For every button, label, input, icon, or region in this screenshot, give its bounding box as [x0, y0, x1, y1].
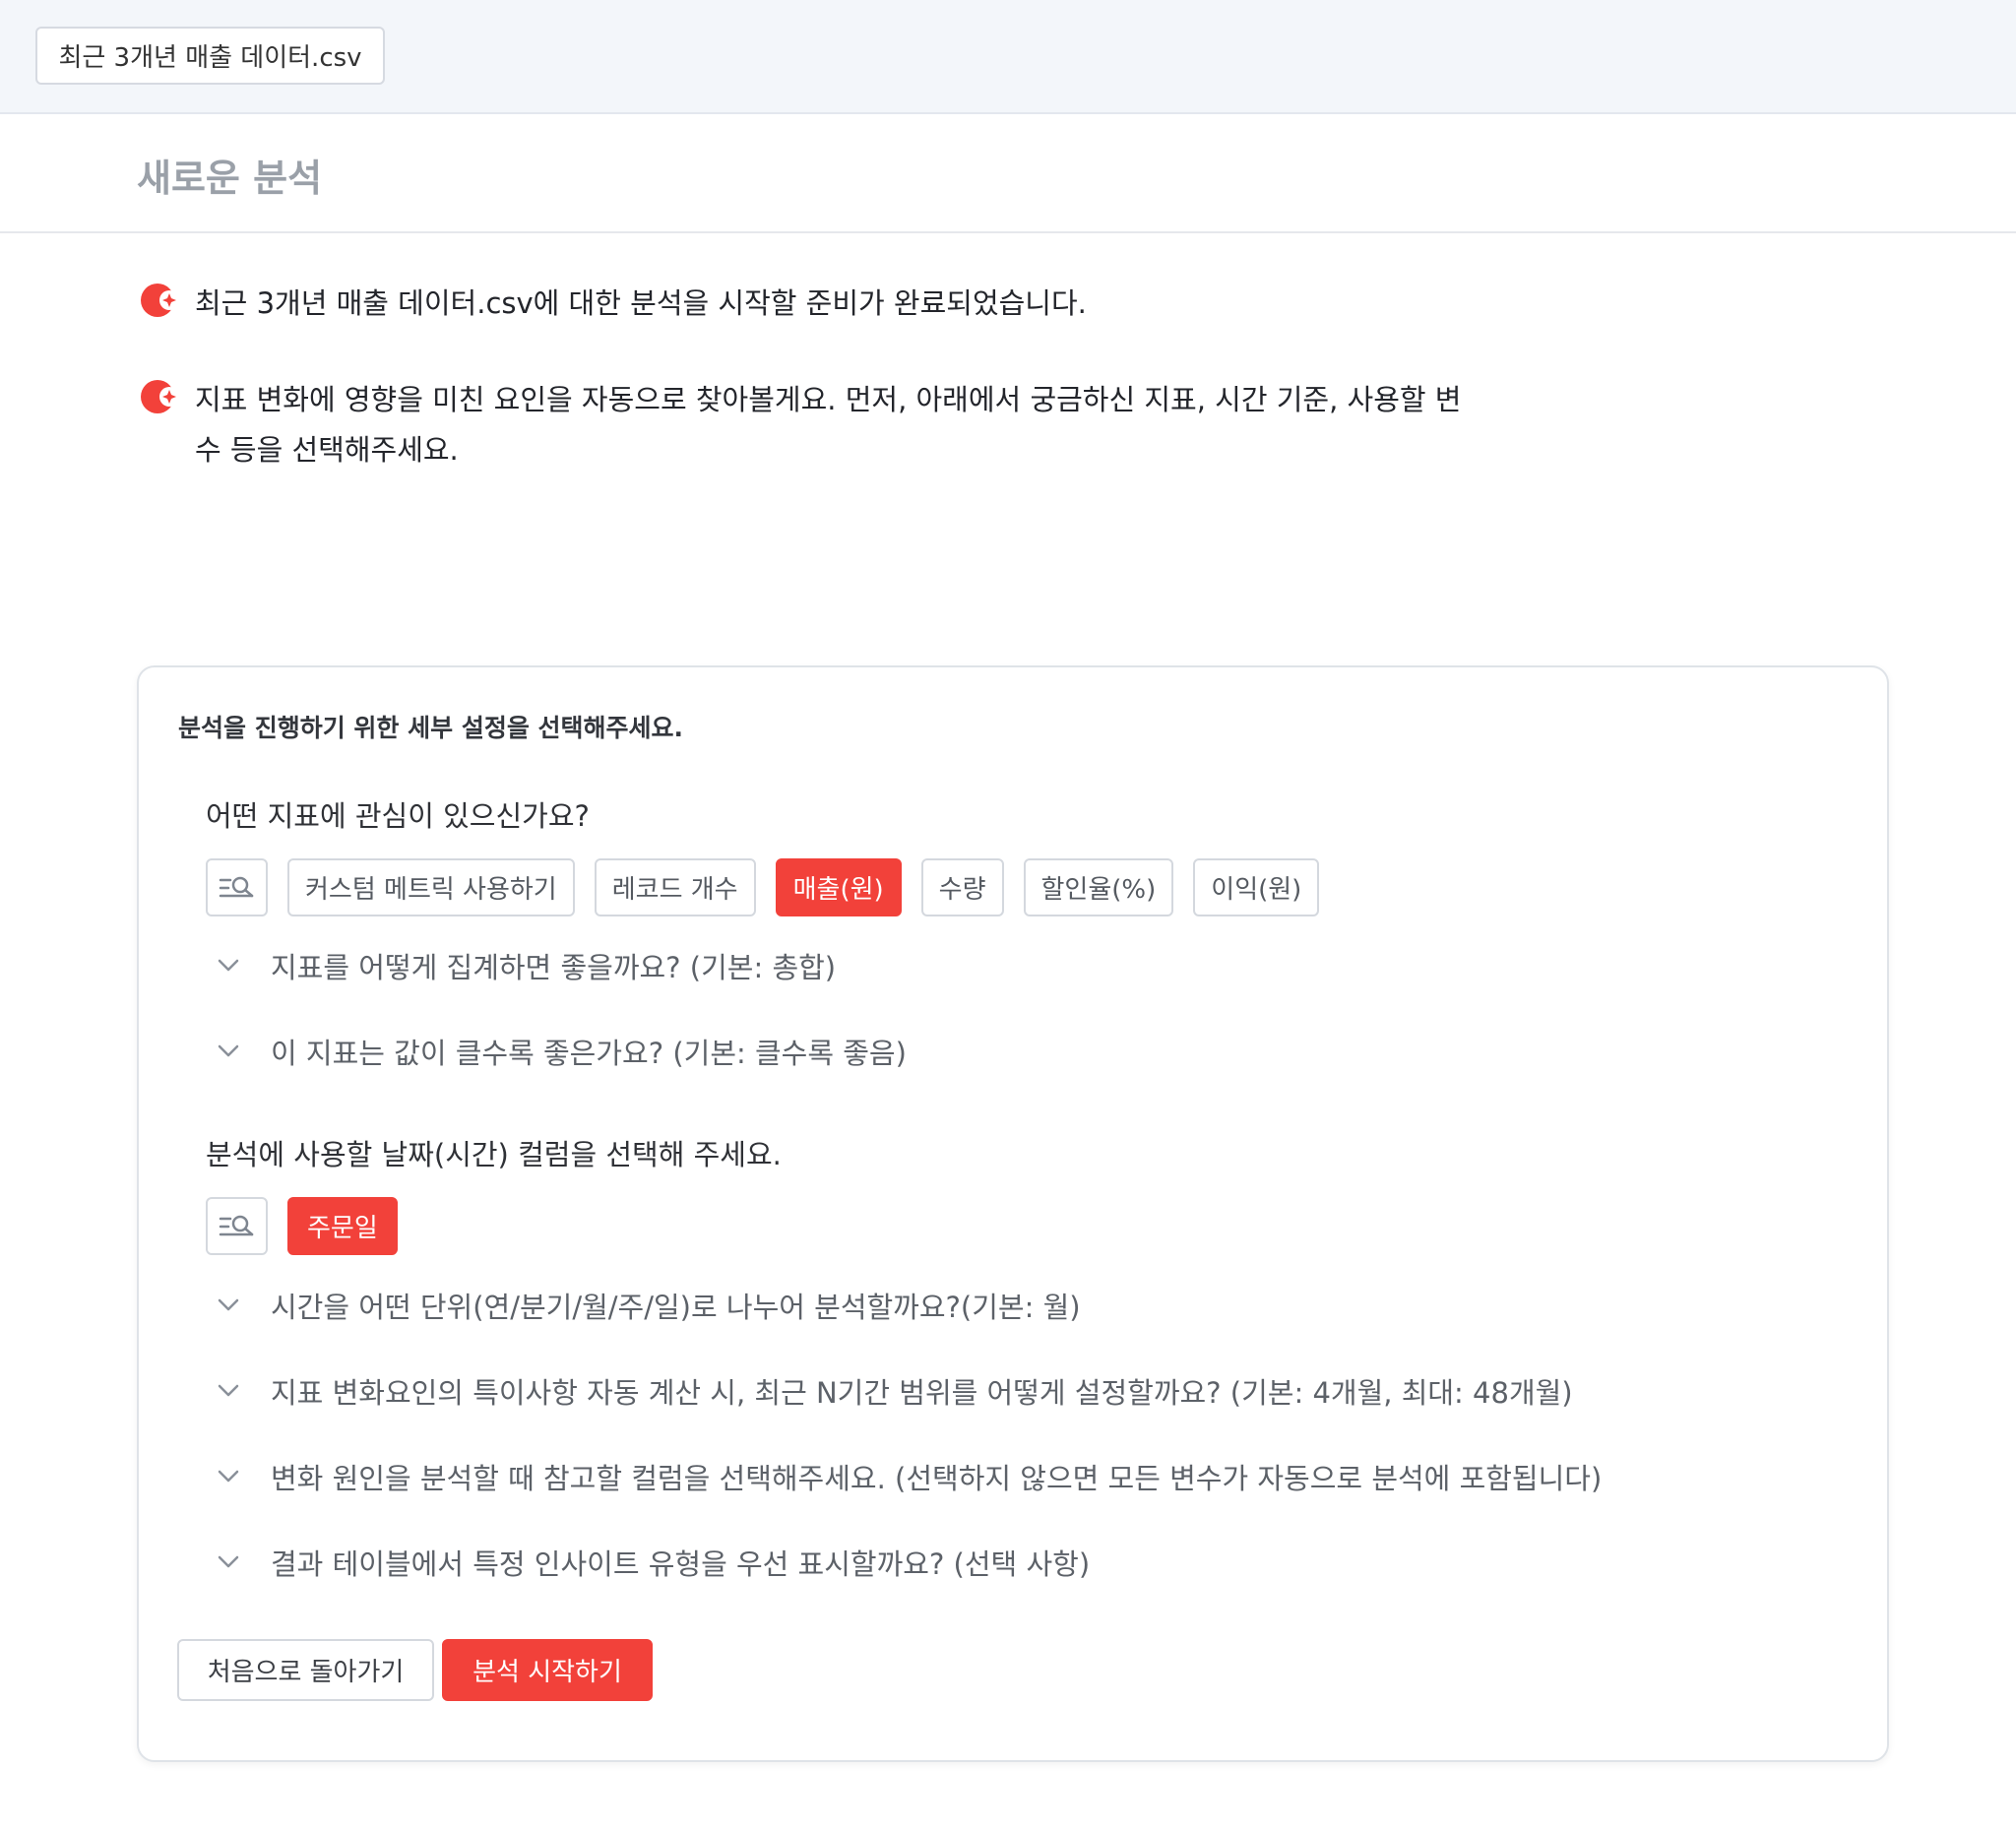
- accordion-label: 결과 테이블에서 특정 인사이트 유형을 우선 표시할까요? (선택 사항): [271, 1547, 1091, 1581]
- assistant-message: 지표 변화에 영향을 미친 요인을 자동으로 찾아볼게요. 먼저, 아래에서 궁…: [140, 375, 1484, 475]
- metric-options: 커스텀 메트릭 사용하기 레코드 개수 매출(원) 수량 할인율(%) 이익(원…: [206, 858, 1320, 916]
- chevron-down-icon: [218, 1384, 239, 1397]
- start-analysis-button[interactable]: 분석 시작하기: [442, 1639, 653, 1701]
- chevron-down-icon: [218, 959, 239, 972]
- page-title: 새로운 분석: [137, 157, 323, 200]
- back-to-start-button[interactable]: 처음으로 돌아가기: [177, 1639, 434, 1701]
- chevron-down-icon: [218, 1470, 239, 1483]
- metric-option-revenue[interactable]: 매출(원): [775, 858, 902, 916]
- accordion-aggregation[interactable]: 지표를 어떻게 집계하면 좋을까요? (기본: 총합): [218, 945, 836, 986]
- metric-option-profit[interactable]: 이익(원): [1193, 858, 1320, 916]
- chevron-down-icon: [218, 1298, 239, 1311]
- analysis-settings-card: 분석을 진행하기 위한 세부 설정을 선택해주세요. 어떤 지표에 관심이 있으…: [137, 665, 1889, 1762]
- accordion-reference-columns[interactable]: 변화 원인을 분석할 때 참고할 컬럼을 선택해주세요. (선택하지 않으면 모…: [218, 1456, 1602, 1497]
- title-area: 새로운 분석: [0, 114, 2016, 233]
- date-option-order-date[interactable]: 주문일: [287, 1197, 398, 1255]
- message-text: 최근 3개년 매출 데이터.csv에 대한 분석을 시작할 준비가 완료되었습니…: [195, 286, 1087, 320]
- settings-heading: 분석을 진행하기 위한 세부 설정을 선택해주세요.: [178, 714, 684, 742]
- accordion-period-range[interactable]: 지표 변화요인의 특이사항 자동 계산 시, 최근 N기간 범위를 어떻게 설정…: [218, 1370, 1573, 1412]
- accordion-time-unit[interactable]: 시간을 어떤 단위(연/분기/월/주/일)로 나누어 분석할까요?(기본: 월): [218, 1285, 1081, 1326]
- metric-option-quantity[interactable]: 수량: [920, 858, 1004, 916]
- metric-option-discount-rate[interactable]: 할인율(%): [1023, 858, 1174, 916]
- date-question: 분석에 사용할 날짜(시간) 컬럼을 선택해 주세요.: [206, 1138, 782, 1171]
- date-search-button[interactable]: [206, 1197, 268, 1255]
- list-search-icon: [219, 1215, 253, 1235]
- message-text: 지표 변화에 영향을 미친 요인을 자동으로 찾아볼게요. 먼저, 아래에서 궁…: [195, 383, 1462, 467]
- file-tab-bar: 최근 3개년 매출 데이터.csv: [0, 0, 2016, 114]
- accordion-label: 시간을 어떤 단위(연/분기/월/주/일)로 나누어 분석할까요?(기본: 월): [271, 1291, 1081, 1324]
- metric-search-button[interactable]: [206, 858, 268, 916]
- accordion-insight-type[interactable]: 결과 테이블에서 특정 인사이트 유형을 우선 표시할까요? (선택 사항): [218, 1542, 1090, 1583]
- accordion-label: 지표 변화요인의 특이사항 자동 계산 시, 최근 N기간 범위를 어떻게 설정…: [271, 1376, 1573, 1410]
- date-options: 주문일: [206, 1197, 398, 1255]
- accordion-label: 변화 원인을 분석할 때 참고할 컬럼을 선택해주세요. (선택하지 않으면 모…: [271, 1462, 1603, 1495]
- list-search-icon: [219, 876, 253, 897]
- assistant-message: 최근 3개년 매출 데이터.csv에 대한 분석을 시작할 준비가 완료되었습니…: [140, 279, 1484, 329]
- accordion-label: 이 지표는 값이 클수록 좋은가요? (기본: 클수록 좋음): [271, 1037, 907, 1070]
- chevron-down-icon: [218, 1555, 239, 1568]
- sparkle-badge-icon: [141, 284, 179, 317]
- accordion-label: 지표를 어떻게 집계하면 좋을까요? (기본: 총합): [271, 951, 837, 984]
- metric-question: 어떤 지표에 관심이 있으신가요?: [206, 799, 590, 833]
- chevron-down-icon: [218, 1044, 239, 1057]
- file-tab[interactable]: 최근 3개년 매출 데이터.csv: [35, 27, 385, 85]
- accordion-higher-is-better[interactable]: 이 지표는 값이 클수록 좋은가요? (기본: 클수록 좋음): [218, 1031, 907, 1072]
- metric-option-record-count[interactable]: 레코드 개수: [594, 858, 756, 916]
- sparkle-badge-icon: [141, 380, 179, 413]
- metric-option-custom[interactable]: 커스텀 메트릭 사용하기: [287, 858, 575, 916]
